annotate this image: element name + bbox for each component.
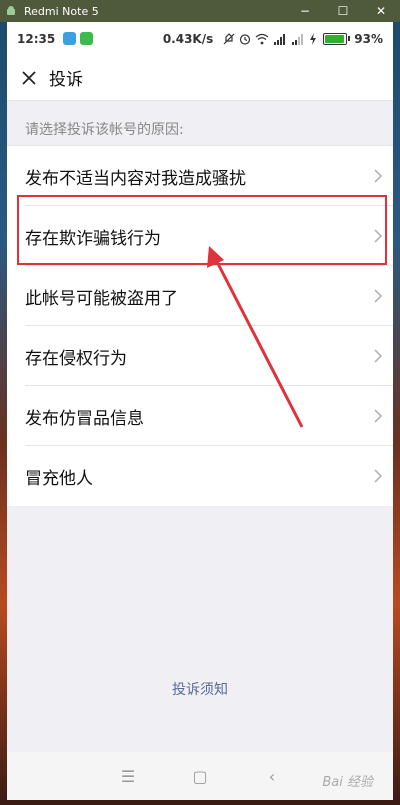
reason-label: 发布仿冒品信息 <box>25 408 144 429</box>
wechat-notification-icon <box>80 32 94 45</box>
maximize-button[interactable]: ☐ <box>324 0 362 22</box>
signal-icon <box>273 33 287 45</box>
app-header: 投诉 <box>7 55 393 101</box>
window-titlebar: Redmi Note 5 − ☐ ✕ <box>0 0 400 22</box>
status-bar: 12:35 0.43K/s 93% <box>7 22 393 55</box>
charging-icon <box>309 32 317 45</box>
minimize-button[interactable]: − <box>286 0 324 22</box>
close-window-button[interactable]: ✕ <box>362 0 400 22</box>
chevron-right-icon <box>363 408 393 424</box>
alarm-icon <box>239 33 251 45</box>
reason-label: 发布不适当内容对我造成骚扰 <box>25 168 246 189</box>
reason-label: 此帐号可能被盗用了 <box>25 288 178 309</box>
complaint-notice-link[interactable]: 投诉须知 <box>7 679 393 699</box>
mute-icon <box>223 32 235 45</box>
network-speed: 0.43K/s <box>162 31 214 46</box>
menu-button[interactable]: ☰ <box>92 767 164 786</box>
reason-list: 发布不适当内容对我造成骚扰 存在欺诈骗钱行为 此帐号可能被盗用了 存在侵权行为 … <box>7 145 393 506</box>
chevron-right-icon <box>363 168 393 184</box>
home-button[interactable]: ▢ <box>164 767 236 786</box>
wifi-icon <box>255 33 269 45</box>
section-label: 请选择投诉该帐号的原因: <box>25 122 184 138</box>
signal-2-icon <box>291 33 305 45</box>
chevron-right-icon <box>363 468 393 484</box>
notification-icon <box>63 32 77 45</box>
close-icon[interactable] <box>19 68 39 88</box>
phone-screen: 12:35 0.43K/s 93% 投诉 请选择投诉该帐号的原因: 发布不适当内… <box>7 22 393 800</box>
reason-item-hacked[interactable]: 此帐号可能被盗用了 <box>7 266 393 326</box>
reason-label: 存在侵权行为 <box>25 348 127 369</box>
chevron-right-icon <box>363 348 393 364</box>
reason-label: 存在欺诈骗钱行为 <box>25 228 161 249</box>
battery-indicator: 93% <box>323 32 383 46</box>
android-icon <box>4 4 18 18</box>
chevron-right-icon <box>363 228 393 244</box>
reason-item-counterfeit[interactable]: 发布仿冒品信息 <box>7 386 393 446</box>
back-button[interactable]: ‹ <box>236 767 308 786</box>
reason-item-fraud[interactable]: 存在欺诈骗钱行为 <box>7 206 393 266</box>
page-title: 投诉 <box>49 70 83 90</box>
battery-percent: 93% <box>354 31 383 46</box>
reason-item-harassment[interactable]: 发布不适当内容对我造成骚扰 <box>7 146 393 206</box>
reason-label: 冒充他人 <box>25 468 93 489</box>
watermark: Bai 经验 <box>322 775 373 790</box>
window-title: Redmi Note 5 <box>24 4 99 18</box>
reason-item-infringement[interactable]: 存在侵权行为 <box>7 326 393 386</box>
chevron-right-icon <box>363 288 393 304</box>
reason-item-impersonation[interactable]: 冒充他人 <box>7 446 393 506</box>
status-time: 12:35 <box>17 31 56 46</box>
